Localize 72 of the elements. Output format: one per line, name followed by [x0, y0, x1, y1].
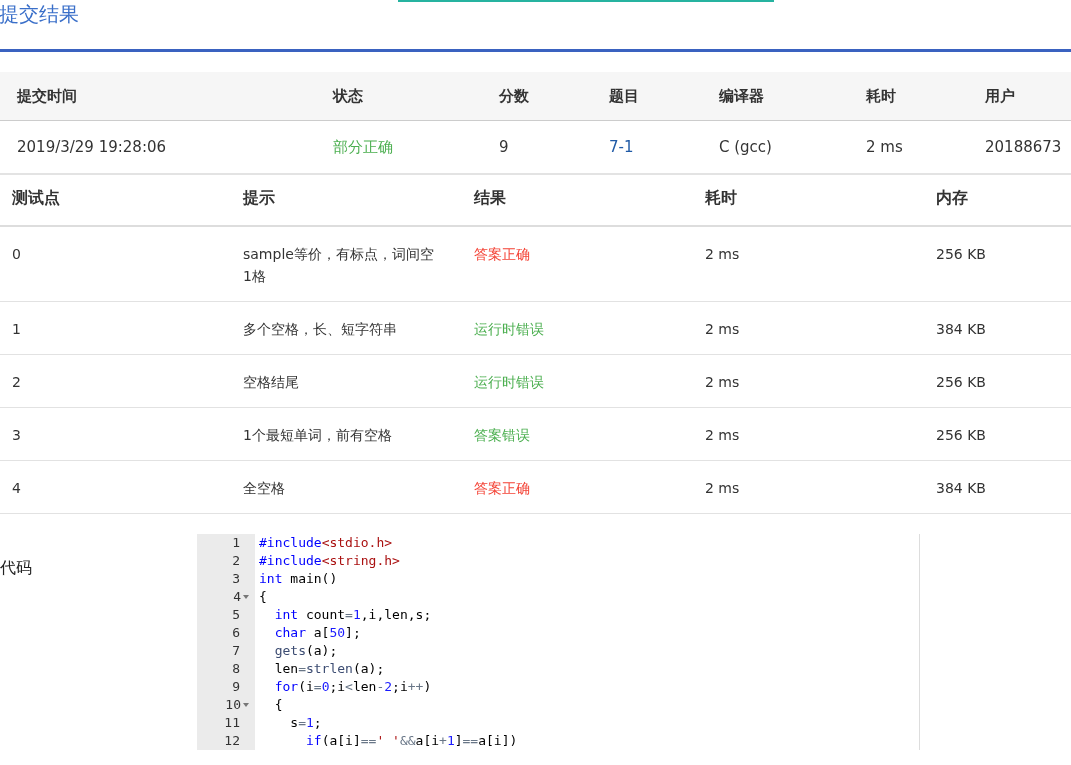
code-line: #include<stdio.h> — [259, 534, 394, 552]
code-line: { — [259, 588, 268, 606]
column-header: 用户 — [985, 86, 1016, 106]
result-text: 答案正确 — [474, 479, 531, 498]
hint-text: 1个最短单词，前有空格 — [243, 426, 393, 445]
code-line: s=1; — [289, 714, 323, 732]
hint-text: 多个空格，长、短字符串 — [243, 320, 398, 339]
line-number: 9 — [232, 678, 240, 696]
result-text: 运行时错误 — [474, 320, 545, 339]
line-number: 8 — [232, 660, 240, 678]
line-number: 7 — [232, 642, 240, 660]
line-number: 12 — [224, 732, 240, 750]
code-line: gets(a); — [273, 642, 339, 660]
hint-text: 空格结尾 — [243, 373, 300, 392]
hint-text: sample等价，有标点，词间空1格 — [243, 245, 435, 286]
table-cell-text: 2 — [12, 373, 22, 392]
table-cell-text: 2 ms — [866, 138, 904, 156]
code-editor[interactable]: 1 2 3 4 5 6 7 8 9 10 11 12 #include<stdio.h> #include<string.h> int main() { int count=1,i,len,s; char a[50]; gets(a); len=strlen(a); for(i=0;i<len-2;i++) { s=1; if(a[i]==' '&&a[i+1]==a[i]) — [197, 534, 920, 750]
table-cell-text: 2019/3/29 19:28:06 — [17, 138, 168, 156]
table-cell-text: 384 KB — [936, 320, 987, 339]
line-number: 10 — [225, 696, 241, 714]
table-cell-text: 4 — [12, 479, 22, 498]
hint-text: 全空格 — [243, 479, 286, 498]
table-cell-text: 20188673 — [985, 138, 1063, 156]
column-header: 提交时间 — [17, 86, 78, 106]
table-cell-text: 256 KB — [936, 373, 987, 392]
column-header: 耗时 — [705, 187, 738, 209]
result-text: 答案正确 — [474, 245, 531, 264]
result-text: 运行时错误 — [474, 373, 545, 392]
table-cell-text: 2 ms — [705, 426, 741, 445]
table-cell-text: 2 ms — [705, 373, 741, 392]
line-number: 5 — [232, 606, 240, 624]
column-header: 状态 — [333, 86, 364, 106]
column-header: 提示 — [243, 187, 276, 209]
code-line: if(a[i]==' '&&a[i+1]==a[i]) — [304, 732, 518, 750]
line-number: 2 — [232, 552, 240, 570]
code-line: { — [273, 696, 284, 714]
code-line: int count=1,i,len,s; — [273, 606, 433, 624]
fold-icon[interactable] — [243, 595, 249, 599]
column-header: 题目 — [609, 86, 640, 106]
table-cell-text: 9 — [499, 138, 510, 156]
line-number: 11 — [224, 714, 240, 732]
code-line: int main() — [259, 570, 339, 588]
table-cell-text: C (gcc) — [719, 138, 773, 156]
column-header: 耗时 — [866, 86, 897, 106]
line-number: 6 — [232, 624, 240, 642]
code-line: #include<string.h> — [259, 552, 401, 570]
table-cell-text: 1 — [12, 320, 22, 339]
table-cell-text: 3 — [12, 426, 22, 445]
table-cell-text: 2 ms — [705, 479, 741, 498]
code-line: char a[50]; — [273, 624, 362, 642]
status-text: 部分正确 — [333, 137, 394, 157]
result-text: 答案错误 — [474, 426, 531, 445]
column-header: 结果 — [474, 187, 507, 209]
table-cell-text: 2 ms — [705, 245, 741, 264]
table-cell-text: 0 — [12, 245, 22, 264]
table-cell-text: 256 KB — [936, 426, 987, 445]
column-header: 内存 — [936, 187, 969, 209]
column-header: 编译器 — [719, 86, 765, 106]
line-number: 4 — [233, 588, 241, 606]
section-label: 代码 — [0, 557, 33, 579]
column-header: 分数 — [499, 86, 530, 106]
problem-link[interactable]: 7-1 — [609, 138, 719, 156]
table-cell-text: 2 ms — [705, 320, 741, 339]
fold-icon[interactable] — [243, 703, 249, 707]
line-number: 3 — [232, 570, 240, 588]
line-number: 1 — [232, 534, 240, 552]
code-line: len=strlen(a); — [273, 660, 386, 678]
code-line: for(i=0;i<len-2;i++) — [273, 678, 433, 696]
table-cell-text: 256 KB — [936, 245, 987, 264]
column-header: 测试点 — [12, 187, 61, 209]
table-cell-text: 384 KB — [936, 479, 987, 498]
